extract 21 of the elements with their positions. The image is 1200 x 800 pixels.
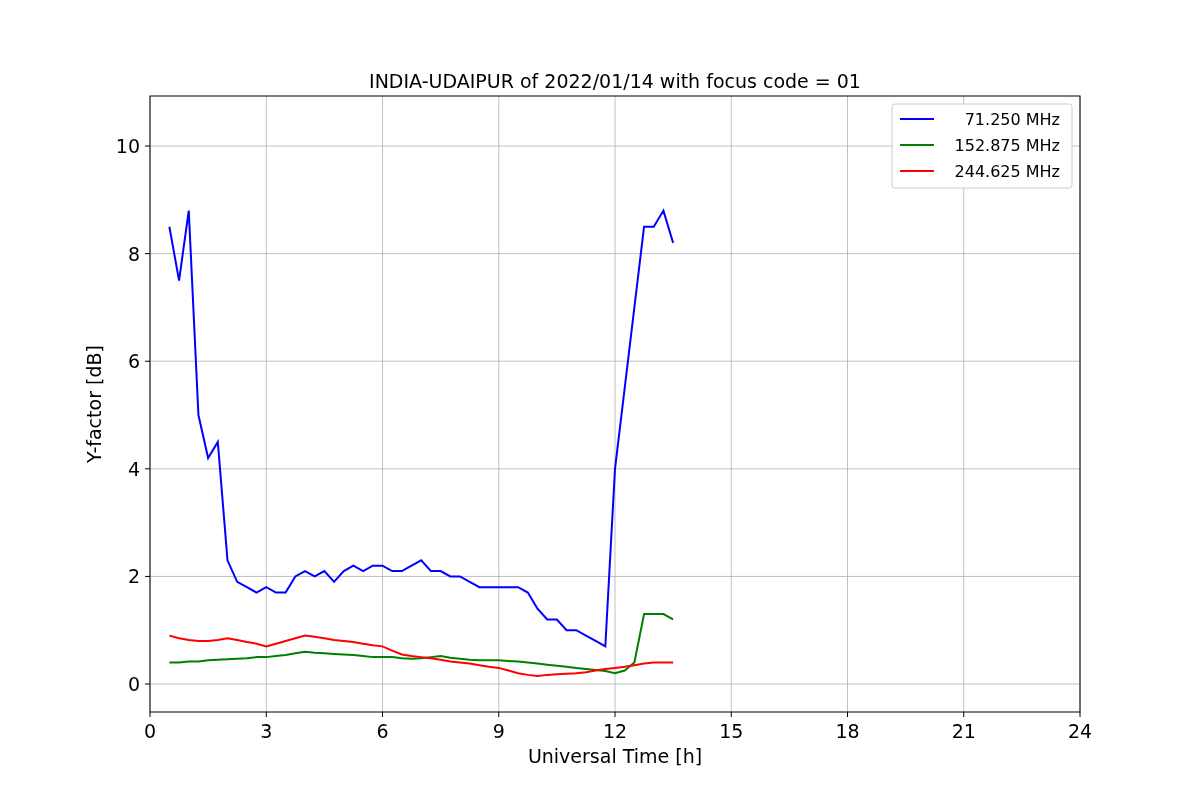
y-axis-label: Y-factor [dB] bbox=[83, 345, 105, 463]
y-tick-label: 8 bbox=[127, 242, 140, 265]
y-tick-label: 10 bbox=[115, 135, 140, 158]
y-tick-label: 2 bbox=[127, 565, 140, 588]
legend-label: 71.250 MHz bbox=[964, 110, 1060, 129]
x-axis-label: Universal Time [h] bbox=[527, 745, 703, 767]
x-tick-label: 9 bbox=[492, 720, 505, 742]
x-tick-label: 6 bbox=[376, 720, 389, 742]
legend-label: 152.875 MHz bbox=[954, 136, 1060, 155]
x-tick-label: 15 bbox=[719, 720, 744, 742]
x-tick-label: 12 bbox=[602, 720, 628, 742]
y-tick-label: 0 bbox=[127, 673, 140, 695]
x-tick-label: 18 bbox=[835, 720, 860, 742]
x-tick-label: 3 bbox=[260, 720, 273, 742]
x-tick-label: 21 bbox=[951, 720, 976, 742]
legend-label: 244.625 MHz bbox=[954, 162, 1060, 181]
x-tick-label: 24 bbox=[1067, 720, 1093, 742]
y-tick-label: 6 bbox=[127, 350, 140, 373]
chart-title: INDIA-UDAIPUR of 2022/01/14 with focus code = 01 bbox=[369, 70, 861, 92]
y-tick-label: 4 bbox=[127, 457, 140, 480]
x-tick-label: 0 bbox=[143, 720, 157, 742]
